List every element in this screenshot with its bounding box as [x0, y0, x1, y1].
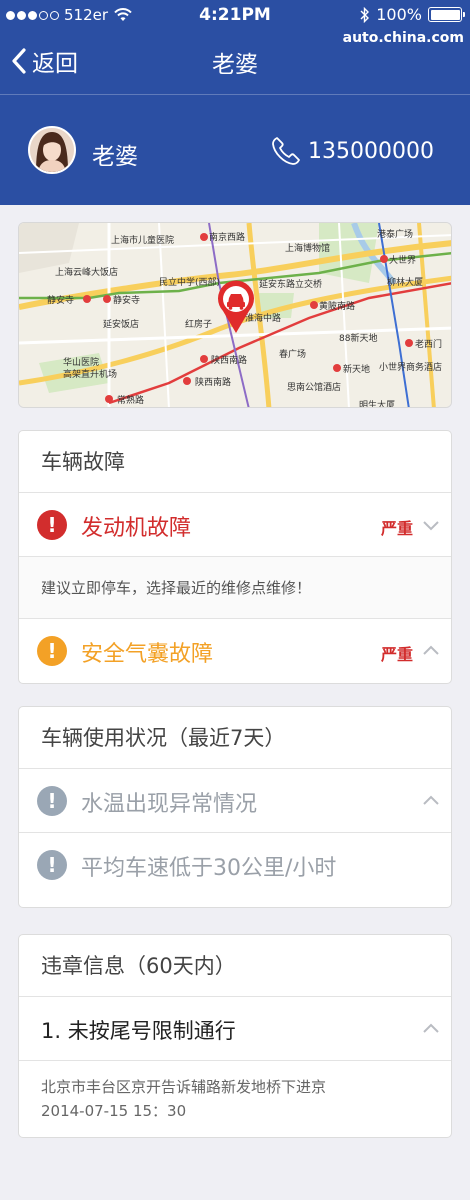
map-label: 陕西南路 [211, 354, 247, 366]
map-label: 老西门 [415, 338, 442, 350]
violation-location: 北京市丰台区京开告诉辅路新发地桥下进京 [41, 1078, 327, 1096]
location-map[interactable]: 南京西路 上海市儿童医院 上海博物馆 港泰广场 大世界 上海云峰大饭店 民立中学… [18, 222, 452, 408]
map-label: 黄陂南路 [319, 300, 355, 312]
info-alert-icon: ! [37, 786, 67, 816]
violation-detail: 北京市丰台区京开告诉辅路新发地桥下进京 2014-07-15 15：30 [19, 1061, 451, 1137]
map-label: 静安寺 [47, 294, 74, 306]
card-title: 车辆使用状况（最近7天） [19, 707, 451, 769]
chevron-up-icon [423, 645, 439, 655]
map-label: 红房子 [185, 318, 212, 330]
map-label: 柳林大厦 [387, 276, 423, 288]
usage-item-water-temp[interactable]: ! 水温出现异常情况 [19, 769, 451, 833]
violation-title: 1. 未按尾号限制通行 [41, 1019, 236, 1043]
map-label: 思南公馆酒店 [287, 381, 341, 393]
map-label: 大世界 [389, 254, 416, 266]
info-alert-icon: ! [37, 850, 67, 880]
map-label: 上海市儿童医院 [111, 234, 174, 246]
violation-item[interactable]: 1. 未按尾号限制通行 [19, 997, 451, 1061]
chevron-up-icon [423, 1023, 439, 1033]
usage-label: 水温出现异常情况 [81, 792, 258, 817]
status-bar: 512er 4:21PM 100% [0, 0, 470, 30]
phone-icon [272, 137, 300, 165]
nav-bar: 返回 老婆 [0, 36, 470, 84]
map-label: 小世界商务酒店 [379, 361, 442, 373]
header: 512er 4:21PM 100% auto.china.com 返回 老婆 老… [0, 0, 470, 205]
phone-number: 135000000 [308, 138, 434, 164]
battery-percent: 100% [376, 5, 422, 24]
profile-bar: 老婆 135000000 [0, 95, 470, 205]
map-label: 南京西路 [209, 231, 245, 243]
bluetooth-icon [360, 6, 370, 23]
map-label: 民立中学(西部) [159, 276, 220, 288]
alert-icon: ! [37, 510, 67, 540]
map-label: 延安东路立交桥 [259, 278, 322, 290]
map-label: 88新天地 [339, 332, 377, 344]
map-label: 上海博物馆 [285, 242, 330, 254]
map-label: 延安饭店 [103, 318, 139, 330]
page-title: 老婆 [212, 52, 258, 78]
severity-badge: 严重 [380, 519, 413, 538]
map-label: 上海云峰大饭店 [55, 266, 118, 278]
alert-icon: ! [37, 636, 67, 666]
fault-label: 安全气囊故障 [81, 642, 214, 667]
map-label: 新天地 [343, 363, 370, 375]
vehicle-usage-card: 车辆使用状况（最近7天） ! 水温出现异常情况 ! 平均车速低于30公里/小时 [18, 706, 452, 908]
violation-time: 2014-07-15 15：30 [41, 1102, 187, 1120]
map-label: 春广场 [279, 348, 306, 360]
battery-icon [428, 7, 465, 22]
map-label: 港泰广场 [377, 228, 413, 240]
map-label: 静安寺 [113, 294, 140, 306]
usage-label: 平均车速低于30公里/小时 [81, 856, 337, 881]
map-label: 陕西南路 [195, 376, 231, 388]
map-label: 明生大厦 [359, 399, 395, 408]
card-title: 违章信息（60天内） [19, 935, 451, 997]
fault-item-airbag[interactable]: ! 安全气囊故障 严重 [19, 619, 451, 683]
vehicle-fault-card: 车辆故障 ! 发动机故障 严重 建议立即停车，选择最近的维修点维修！ ! 安全气… [18, 430, 452, 684]
fault-label: 发动机故障 [81, 516, 192, 541]
fault-advice: 建议立即停车，选择最近的维修点维修！ [19, 557, 451, 619]
fault-item-engine[interactable]: ! 发动机故障 严重 [19, 493, 451, 557]
usage-item-avg-speed[interactable]: ! 平均车速低于30公里/小时 [19, 833, 451, 907]
traffic-violation-card: 违章信息（60天内） 1. 未按尾号限制通行 北京市丰台区京开告诉辅路新发地桥下… [18, 934, 452, 1138]
profile-name: 老婆 [92, 144, 138, 170]
map-label: 淮海中路 [245, 312, 281, 324]
chevron-down-icon [423, 521, 439, 531]
severity-badge: 严重 [380, 645, 413, 664]
chevron-up-icon [423, 795, 439, 805]
map-label: 华山医院 [63, 356, 99, 368]
phone-call-button[interactable]: 135000000 [270, 135, 434, 167]
map-label: 高架直升机场 [63, 368, 117, 380]
map-label: 常熟路 [117, 394, 144, 406]
avatar[interactable] [28, 126, 76, 174]
card-title: 车辆故障 [19, 431, 451, 493]
